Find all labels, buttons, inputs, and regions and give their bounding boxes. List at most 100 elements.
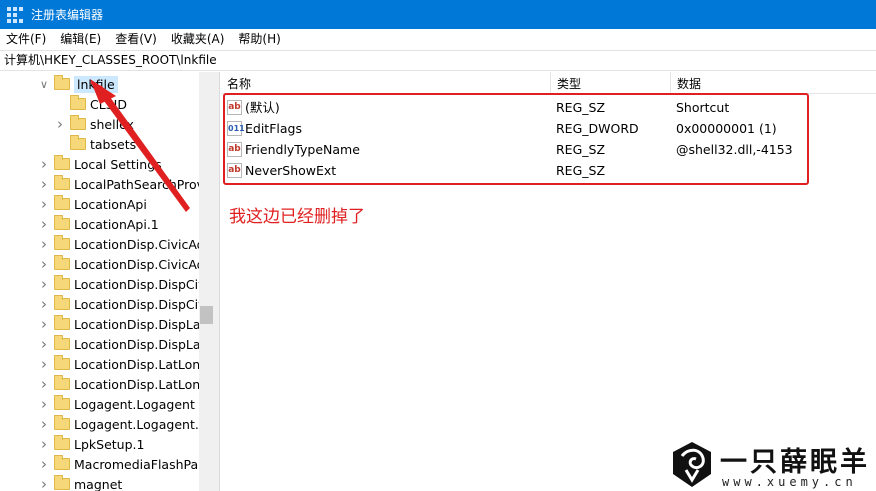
expand-chevron-icon[interactable]: › [38, 374, 50, 394]
folder-icon [70, 135, 86, 150]
tree-item[interactable]: › LocationDisp.CivicAdc [38, 254, 199, 274]
regedit-app-icon [7, 6, 23, 23]
menu-file[interactable]: 文件(F) [0, 29, 53, 49]
tree-item-label: LocationDisp.LatLong [74, 376, 199, 392]
expand-chevron-icon[interactable]: › [38, 274, 50, 294]
expand-chevron-icon[interactable]: › [38, 254, 50, 274]
expand-chevron-icon[interactable]: › [38, 214, 50, 234]
tree-item[interactable]: › LocationDisp.DispCivi [38, 274, 199, 294]
address-bar[interactable]: 计算机\HKEY_CLASSES_ROOT\lnkfile [0, 50, 876, 71]
menu-favorites[interactable]: 收藏夹(A) [164, 29, 232, 49]
annotation-text: 我这边已经删掉了 [229, 207, 365, 227]
folder-icon [54, 355, 70, 370]
tree-item-label: LocationDisp.DispLatL [74, 336, 199, 352]
tree-item[interactable]: › LocationDisp.DispCivi [38, 294, 199, 314]
tree-item[interactable]: › LocationDisp.DispLatL [38, 334, 199, 354]
tree-item-label: LocationDisp.DispCivi [74, 296, 199, 312]
folder-icon [54, 75, 70, 90]
expand-chevron-icon[interactable]: › [38, 294, 50, 314]
tree-item[interactable]: › LpkSetup.1 [38, 434, 144, 454]
expand-chevron-icon[interactable]: › [38, 394, 50, 414]
tree-item[interactable]: › LocationDisp.LatLong [38, 354, 199, 374]
tree-item-label: LocationDisp.CivicAdc [74, 256, 199, 272]
expand-chevron-icon[interactable]: › [38, 234, 50, 254]
tree-scrollbar-thumb[interactable] [200, 306, 213, 324]
folder-icon [54, 375, 70, 390]
folder-icon [54, 395, 70, 410]
column-name-header[interactable]: 名称 [221, 72, 551, 94]
tree-item-label: Logagent.Logagent.1 [74, 416, 199, 432]
window-title: 注册表编辑器 [31, 8, 104, 22]
folder-icon [54, 255, 70, 270]
list-header: 名称 类型 数据 [221, 72, 876, 94]
tree-item[interactable]: ∨ lnkfile [38, 74, 118, 94]
tree-item[interactable]: › Logagent.Logagent.1 [38, 414, 199, 434]
menu-bar: 文件(F) 编辑(E) 查看(V) 收藏夹(A) 帮助(H) [0, 29, 876, 49]
tree-item[interactable]: › shellex [54, 114, 134, 134]
menu-view[interactable]: 查看(V) [108, 29, 164, 49]
expand-chevron-icon[interactable]: › [38, 154, 50, 174]
tree-item[interactable]: › Logagent.Logagent [38, 394, 195, 414]
registry-key-tree[interactable]: ∨ lnkfile CLSID › shellex tabsets › Local Setti… [0, 72, 199, 491]
expand-chevron-icon[interactable]: › [38, 194, 50, 214]
tree-item[interactable]: › LocationApi [38, 194, 147, 214]
tree-item-label: LocationDisp.DispCivi [74, 276, 199, 292]
expand-chevron-icon[interactable]: › [38, 314, 50, 334]
tree-item-label: LocationDisp.DispLatL [74, 316, 199, 332]
expand-chevron-icon[interactable]: › [54, 114, 66, 134]
pane-splitter[interactable] [214, 72, 220, 491]
folder-icon [54, 215, 70, 230]
watermark-url: www.xuemy.cn [722, 475, 857, 489]
tree-item-label: MacromediaFlashPap [74, 456, 199, 472]
column-data-header[interactable]: 数据 [671, 72, 876, 94]
tree-item[interactable]: › LocationApi.1 [38, 214, 159, 234]
tree-item[interactable]: › magnet [38, 474, 122, 491]
watermark-text: 一只薛眠羊 [720, 447, 870, 478]
column-type-header[interactable]: 类型 [551, 72, 671, 94]
tree-item[interactable]: › LocationDisp.CivicAdc [38, 234, 199, 254]
watermark: 一只薛眠羊 www.xuemy.cn [668, 440, 876, 491]
expand-chevron-icon[interactable]: › [38, 454, 50, 474]
expand-chevron-icon[interactable]: › [38, 174, 50, 194]
menu-help[interactable]: 帮助(H) [231, 29, 287, 49]
collapse-chevron-icon[interactable]: ∨ [38, 74, 50, 94]
ram-logo-icon [673, 442, 711, 487]
tree-item-label: LocalPathSearchProvi [74, 176, 199, 192]
tree-item-label: LocationApi.1 [74, 216, 159, 232]
tree-item[interactable]: › Local Settings [38, 154, 162, 174]
expand-chevron-icon[interactable]: › [38, 414, 50, 434]
tree-item[interactable]: CLSID [54, 94, 127, 114]
folder-icon [54, 435, 70, 450]
tree-item[interactable]: › LocalPathSearchProvi [38, 174, 199, 194]
tree-scrollbar[interactable] [199, 72, 214, 491]
tree-item-label: Local Settings [74, 156, 162, 172]
tree-item[interactable]: › MacromediaFlashPap [38, 454, 199, 474]
folder-icon [54, 275, 70, 290]
folder-icon [54, 235, 70, 250]
folder-icon [54, 195, 70, 210]
folder-icon [54, 455, 70, 470]
expand-chevron-icon[interactable]: › [38, 474, 50, 491]
folder-icon [54, 335, 70, 350]
menu-edit[interactable]: 编辑(E) [53, 29, 108, 49]
tree-item[interactable]: tabsets [54, 134, 136, 154]
expand-chevron-icon[interactable]: › [38, 334, 50, 354]
folder-icon [70, 95, 86, 110]
folder-icon [54, 475, 70, 490]
tree-item-label: shellex [90, 116, 134, 132]
tree-item[interactable]: › LocationDisp.DispLatL [38, 314, 199, 334]
folder-icon [70, 115, 86, 130]
folder-icon [54, 155, 70, 170]
expand-chevron-icon[interactable]: › [38, 354, 50, 374]
title-bar: 注册表编辑器 [0, 0, 876, 29]
tree-item[interactable]: › LocationDisp.LatLong [38, 374, 199, 394]
tree-item-label: LocationDisp.LatLong [74, 356, 199, 372]
tree-item-label: tabsets [90, 136, 137, 152]
folder-icon [54, 315, 70, 330]
tree-item-label: lnkfile [74, 75, 118, 93]
expand-chevron-icon[interactable]: › [38, 434, 50, 454]
tree-item-label: LocationDisp.CivicAdc [74, 236, 199, 252]
folder-icon [54, 175, 70, 190]
